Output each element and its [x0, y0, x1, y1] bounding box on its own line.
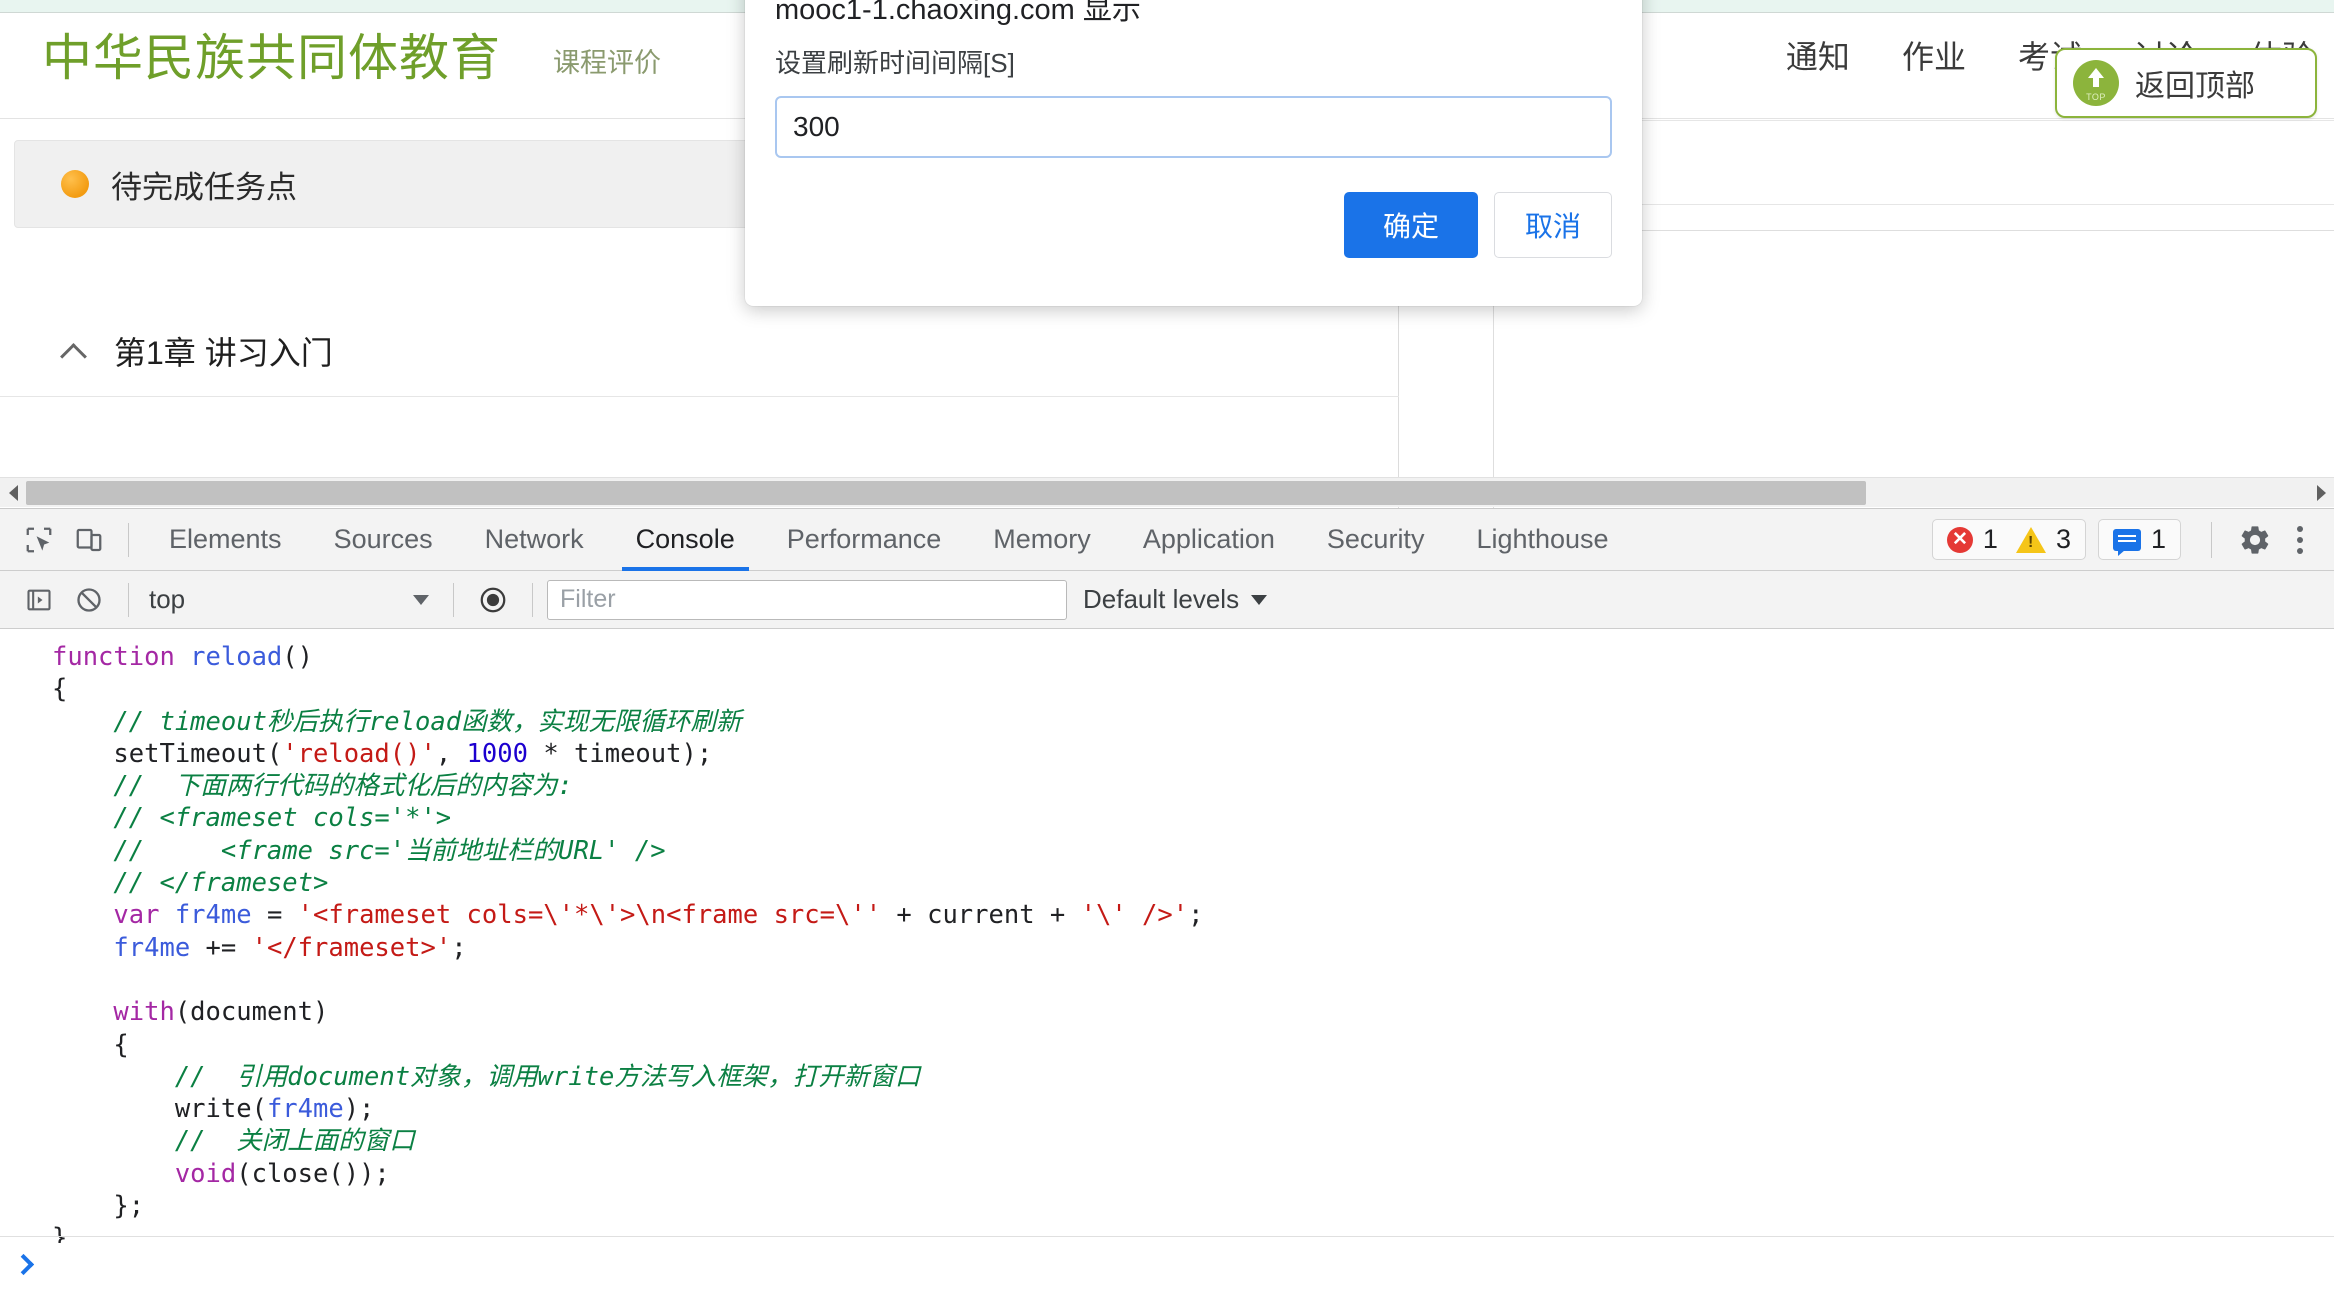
code-line: }; — [52, 1191, 145, 1222]
code-line: void(close()); — [174, 1158, 390, 1189]
filterbar-divider-2 — [453, 582, 454, 617]
page-subtitle: 课程评价 — [553, 48, 661, 78]
console-filterbar: top Default levels — [0, 571, 2334, 629]
console-prompt-input[interactable] — [50, 1250, 2334, 1279]
warning-count: 3 — [2055, 524, 2071, 554]
execute-snippet-icon[interactable] — [14, 575, 64, 625]
dialog-cancel-button[interactable]: 取消 — [1493, 192, 1612, 258]
live-expression-icon[interactable] — [468, 575, 518, 625]
error-count: 1 — [1982, 524, 1998, 554]
pending-tasks-label: 待完成任务点 — [111, 169, 297, 205]
dialog-confirm-button[interactable]: 确定 — [1343, 192, 1478, 258]
devtools-tabbar: Elements Sources Network Console Perform… — [0, 509, 2334, 571]
tab-console[interactable]: Console — [610, 509, 761, 571]
code-line: // timeout秒后执行reload函数，实现无限循环刷新 — [52, 706, 742, 737]
gear-icon[interactable] — [2230, 515, 2280, 565]
tab-lighthouse[interactable]: Lighthouse — [1450, 509, 1634, 571]
warning-icon — [2015, 526, 2046, 553]
status-dot-icon — [61, 170, 89, 198]
execution-context-value: top — [149, 584, 186, 614]
scroll-left-icon[interactable] — [2, 478, 24, 508]
code-line: with(document) — [52, 997, 329, 1028]
tab-application[interactable]: Application — [1117, 509, 1301, 571]
console-filter-input[interactable] — [547, 579, 1067, 620]
dialog-origin-text: mooc1-1.chaoxing.com 显示 — [775, 0, 1141, 26]
chapter-row[interactable]: 第1章 讲习入门 — [0, 305, 1399, 397]
page-horizontal-scrollbar[interactable] — [0, 477, 2334, 507]
toolbar-divider-right — [2211, 521, 2212, 558]
device-toolbar-icon[interactable] — [64, 515, 114, 565]
code-line: // </frameset> — [52, 868, 329, 899]
prompt-caret-icon — [16, 1257, 32, 1273]
toolbar-divider — [128, 522, 129, 557]
back-to-top-icon-word: TOP — [2086, 92, 2106, 102]
browser-page-viewport: 中华民族共同体教育 课程评价 通知 作业 考试 讨论 体验 TOP 返回顶部 待… — [0, 0, 2334, 512]
dialog-message-text: 设置刷新时间间隔[S] — [775, 48, 1015, 78]
tab-elements[interactable]: Elements — [143, 509, 308, 571]
back-to-top-label: 返回顶部 — [2135, 70, 2255, 103]
arrow-up-top-icon: TOP — [2073, 60, 2119, 106]
kebab-menu-icon[interactable] — [2280, 525, 2320, 554]
message-count: 1 — [2150, 524, 2166, 554]
code-line: write(fr4me); — [52, 1094, 375, 1125]
tab-security[interactable]: Security — [1301, 509, 1451, 571]
console-prompt-bar[interactable] — [0, 1236, 2334, 1292]
console-code-block: function reload(){ // timeout秒后执行reload函… — [0, 629, 2334, 1243]
tab-network[interactable]: Network — [459, 509, 610, 571]
nav-item-notice[interactable]: 通知 — [1760, 34, 1876, 80]
code-line: fr4me += '</frameset>'; — [113, 932, 467, 963]
chevron-down-icon — [413, 594, 429, 605]
chevron-up-icon[interactable] — [62, 344, 88, 358]
dialog-prompt-input[interactable] — [775, 96, 1612, 158]
code-line: { — [52, 674, 68, 705]
code-line: { — [52, 1029, 129, 1060]
page-title: 中华民族共同体教育 — [42, 30, 501, 86]
devtools-toolbar-right: ✕ 1 3 1 — [1931, 515, 2334, 565]
devtools-panel: Elements Sources Network Console Perform… — [0, 508, 2334, 1292]
execution-context-select[interactable]: top — [149, 584, 439, 615]
code-line: setTimeout('reload()', 1000 * timeout); — [52, 738, 713, 769]
issue-counters[interactable]: ✕ 1 3 — [1931, 519, 2086, 560]
back-to-top-button[interactable]: TOP 返回顶部 — [2055, 48, 2317, 118]
dialog-button-row: 确定 取消 — [1343, 192, 1612, 258]
javascript-prompt-dialog: mooc1-1.chaoxing.com 显示 设置刷新时间间隔[S] 确定 取… — [745, 0, 1642, 306]
filterbar-divider-3 — [532, 582, 533, 617]
inspect-element-icon[interactable] — [14, 515, 64, 565]
chevron-down-icon-levels — [1251, 594, 1268, 605]
code-line: // 引用document对象，调用write方法写入框架，打开新窗口 — [52, 1061, 921, 1092]
tab-performance[interactable]: Performance — [761, 509, 968, 571]
error-icon: ✕ — [1946, 526, 1973, 553]
filterbar-divider-1 — [128, 582, 129, 617]
code-line: function reload() — [52, 642, 314, 672]
info-message-icon — [2112, 528, 2141, 556]
chapter-title: 第1章 讲习入门 — [114, 334, 333, 371]
log-levels-select[interactable]: Default levels — [1083, 584, 1268, 615]
console-output-area[interactable]: function reload(){ // timeout秒后执行reload函… — [0, 629, 2334, 1243]
code-line: // <frame src='当前地址栏的URL' /> — [52, 835, 666, 866]
code-line: var fr4me = '<frameset cols=\'*\'>\n<fra… — [52, 900, 1204, 931]
log-levels-label: Default levels — [1083, 584, 1240, 614]
code-line: // 下面两行代码的格式化后的内容为: — [52, 771, 573, 802]
scroll-right-icon[interactable] — [2310, 478, 2332, 508]
tab-memory[interactable]: Memory — [967, 509, 1117, 571]
clear-console-icon[interactable] — [64, 575, 114, 625]
nav-item-homework[interactable]: 作业 — [1876, 34, 1992, 80]
scrollbar-thumb[interactable] — [26, 481, 1866, 505]
message-counter[interactable]: 1 — [2097, 519, 2181, 560]
code-line: // <frameset cols='*'> — [52, 803, 452, 834]
tab-sources[interactable]: Sources — [308, 509, 459, 571]
code-line: // 关闭上面的窗口 — [52, 1126, 415, 1157]
